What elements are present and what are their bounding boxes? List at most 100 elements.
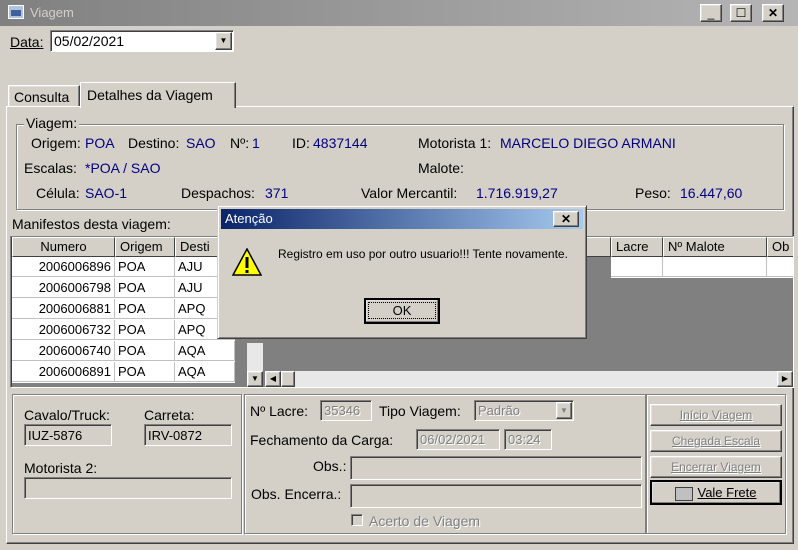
destino-value: SAO [186, 135, 216, 151]
motorista1-value: MARCELO DIEGO ARMANI [500, 135, 676, 151]
table-row[interactable]: 2006006740 POA AQA [12, 341, 235, 362]
numero-label: Nº: [230, 135, 250, 151]
scroll-left-button[interactable]: ◀ [265, 371, 281, 387]
close-button[interactable]: ✕ [762, 4, 784, 22]
id-value: 4837144 [313, 135, 368, 151]
dialog-title: Atenção [225, 211, 273, 226]
date-label: Data: [10, 34, 44, 50]
malote-label: Malote: [418, 160, 464, 176]
tab-consulta[interactable]: Consulta [8, 85, 80, 107]
vale-frete-button[interactable]: Vale Frete [650, 480, 782, 505]
date-value: 05/02/2021 [54, 33, 125, 49]
valor-label: Valor Mercantil: [361, 185, 458, 201]
acerto-checkbox[interactable] [351, 514, 363, 526]
cell-malote [663, 257, 767, 277]
lacre-field[interactable]: 35346 [320, 400, 372, 421]
obs-encerra-field[interactable] [350, 484, 642, 508]
col-destino-label: Desti [180, 239, 210, 254]
cavalo-field[interactable]: IUZ-5876 [24, 424, 112, 446]
lacre-value: 35346 [324, 403, 361, 418]
motorista1-label: Motorista 1: [418, 135, 492, 151]
motorista2-label: Motorista 2: [24, 460, 98, 476]
cell-numero: 2006006881 [12, 299, 115, 319]
alert-dialog: Atenção ✕ Registro em uso por outro usua… [217, 205, 587, 339]
obs-label: Obs.: [313, 458, 347, 474]
tab-detalhes[interactable]: Detalhes da Viagem [80, 82, 236, 108]
carreta-field[interactable]: IRV-0872 [144, 424, 232, 446]
obs-field[interactable] [350, 456, 642, 480]
table-row[interactable]: 2006006881 POA APQ [12, 299, 235, 320]
dialog-message: Registro em uso por outro usuario!!! Ten… [278, 247, 568, 261]
maximize-button[interactable]: ☐ [730, 4, 752, 22]
arrow-left-icon: ◀ [269, 374, 277, 383]
chegada-escala-button[interactable]: Chegada Escala [650, 430, 782, 452]
horizontal-scrollbar[interactable]: ◀ ▶ [265, 371, 793, 387]
col-header-obs[interactable]: Ob [767, 237, 793, 257]
cell-numero: 2006006798 [12, 278, 115, 298]
inicio-viagem-button[interactable]: Início Viagem [650, 404, 782, 426]
printer-icon [675, 486, 694, 501]
cell-origem: POA [115, 299, 175, 319]
fech-time-value: 03:24 [508, 432, 541, 447]
vertical-scrollbar[interactable]: ▼ [247, 343, 263, 387]
cell-origem: POA [115, 257, 175, 277]
table-row[interactable]: 2006006732 POA APQ [12, 320, 235, 341]
col-malote-label: Nº Malote [668, 239, 725, 254]
scroll-right-button[interactable]: ▶ [777, 371, 793, 387]
origem-value: POA [85, 135, 115, 151]
title-bar: Viagem _ ☐ ✕ [0, 0, 798, 26]
table-row[interactable]: 2006006891 POA AQA [12, 362, 235, 383]
cavalo-value: IUZ-5876 [28, 428, 83, 443]
chevron-down-icon: ▼ [560, 406, 568, 415]
cavalo-label: Cavalo/Truck: [24, 407, 110, 423]
minimize-button[interactable]: _ [700, 4, 722, 22]
carreta-label: Carreta: [144, 407, 195, 423]
col-header-malote[interactable]: Nº Malote [663, 237, 767, 257]
table-row-right[interactable] [611, 257, 793, 278]
despachos-label: Despachos: [181, 185, 255, 201]
cell-numero: 2006006732 [12, 320, 115, 340]
peso-value: 16.447,60 [680, 185, 743, 201]
encerrar-viagem-button[interactable]: Encerrar Viagem [650, 456, 782, 478]
tipo-dropdown-button[interactable]: ▼ [556, 402, 572, 419]
col-header-lacre[interactable]: Lacre [611, 237, 663, 257]
window-title: Viagem [30, 5, 74, 20]
celula-label: Célula: [36, 185, 80, 201]
close-icon: ✕ [560, 212, 572, 226]
cell-destino: AQA [175, 341, 235, 361]
cell-numero: 2006006740 [12, 341, 115, 361]
despachos-value: 371 [265, 185, 289, 201]
ok-label: OK [367, 302, 437, 319]
col-header-numero[interactable]: Numero [12, 237, 115, 257]
celula-value: SAO-1 [85, 185, 128, 201]
scroll-thumb[interactable] [281, 371, 295, 387]
dialog-title-bar: Atenção ✕ [221, 209, 583, 229]
table-row[interactable]: 2006006798 POA AJU [12, 278, 235, 299]
tipo-label: Tipo Viagem: [379, 403, 461, 419]
cell-destino: AQA [175, 362, 235, 382]
table-row[interactable]: 2006006896 POA AJU [12, 257, 235, 278]
col-origem-label: Origem [120, 239, 163, 254]
close-icon: ✕ [767, 6, 779, 20]
chevron-down-icon: ▼ [219, 36, 228, 45]
tab-consulta-label: Consulta [14, 89, 70, 105]
valor-value: 1.716.919,27 [476, 185, 558, 201]
col-header-origem[interactable]: Origem [115, 237, 175, 257]
dialog-close-button[interactable]: ✕ [553, 211, 579, 227]
fech-time-field[interactable]: 03:24 [504, 429, 552, 450]
acerto-label: Acerto de Viagem [369, 513, 481, 529]
date-dropdown-button[interactable]: ▼ [215, 32, 232, 50]
arrow-right-icon: ▶ [781, 374, 789, 383]
manifestos-label: Manifestos desta viagem: [12, 216, 171, 232]
dialog-ok-button[interactable]: OK [364, 298, 440, 324]
date-select[interactable]: 05/02/2021 ▼ [50, 30, 234, 52]
cell-origem: POA [115, 362, 175, 382]
escalas-label: Escalas: [24, 160, 77, 176]
obs-encerra-label: Obs. Encerra.: [251, 486, 342, 502]
motorista2-field[interactable] [24, 477, 232, 499]
cell-origem: POA [115, 320, 175, 340]
fech-date-field[interactable]: 06/02/2021 [416, 429, 500, 450]
tipo-select[interactable]: Padrão ▼ [474, 400, 574, 421]
scroll-down-button[interactable]: ▼ [247, 371, 263, 387]
escalas-value: *POA / SAO [85, 160, 161, 176]
